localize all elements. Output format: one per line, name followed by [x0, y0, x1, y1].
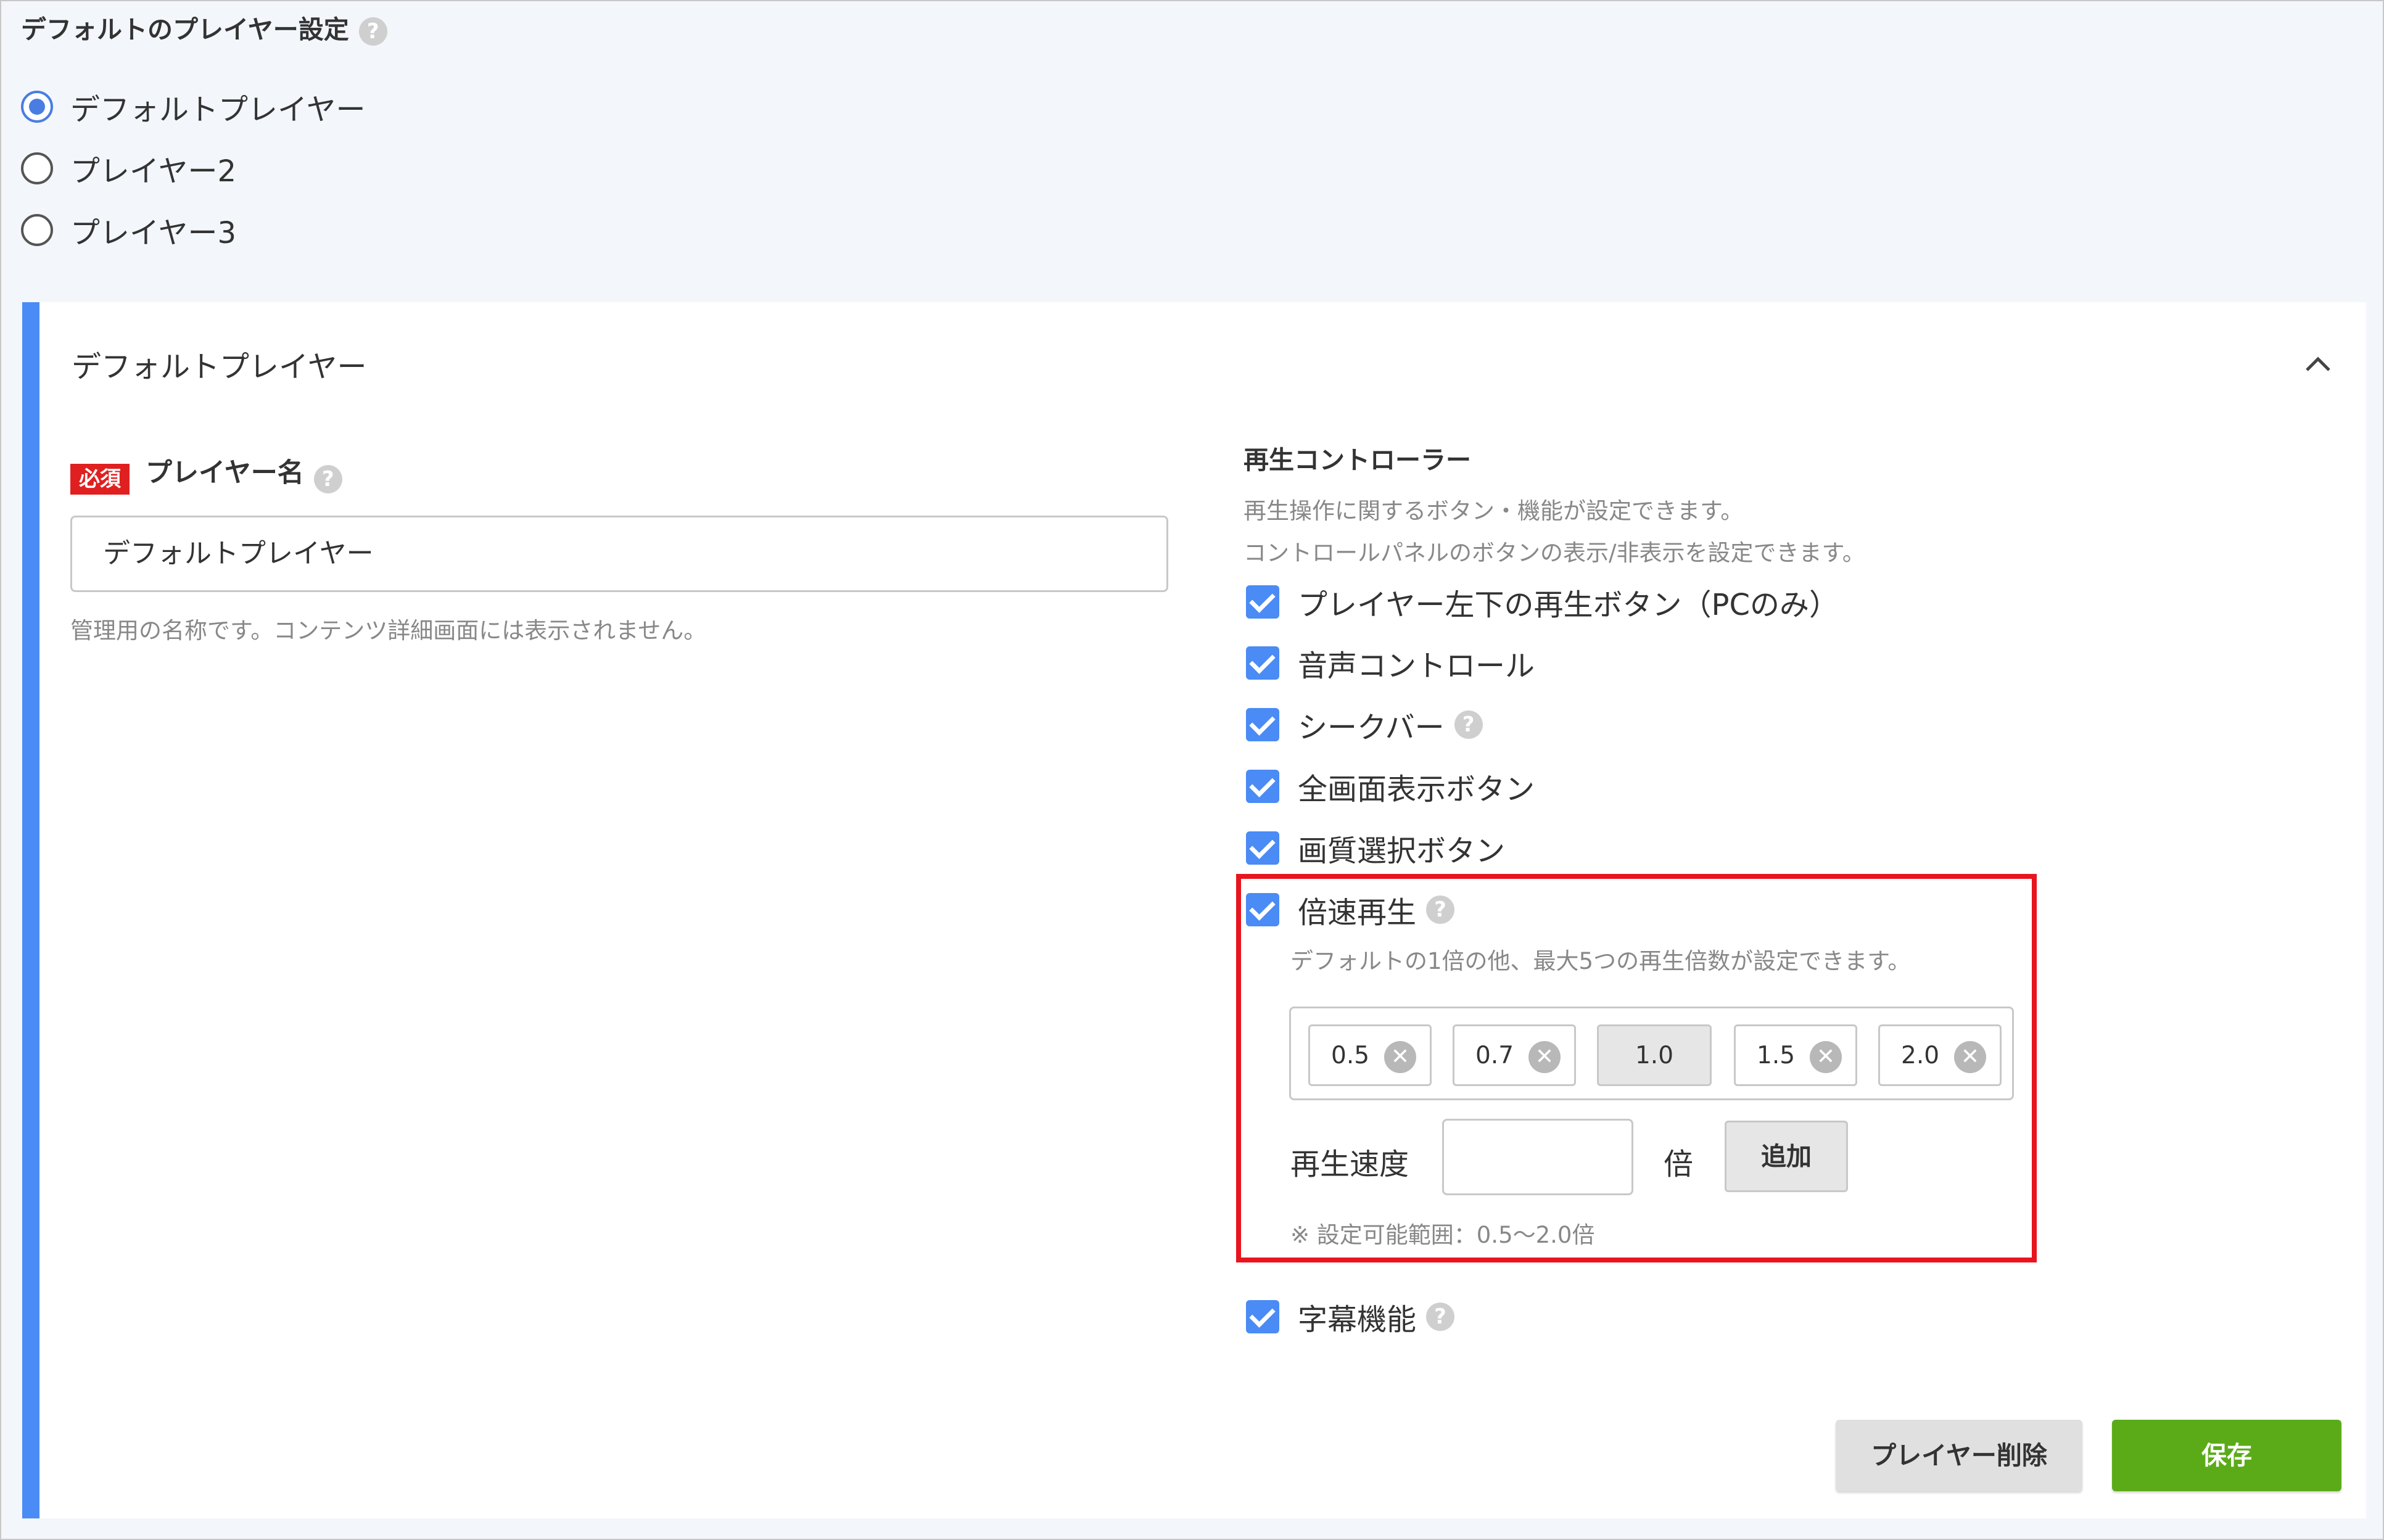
player-name-label: プレイヤー名: [146, 458, 304, 488]
speed-chip-default: 1.0: [1597, 1024, 1712, 1086]
speed-chip: 0.5 ✕: [1308, 1024, 1432, 1086]
required-badge: 必須: [70, 463, 130, 495]
radio-label: デフォルトプレイヤー: [70, 93, 366, 127]
help-icon[interactable]: ?: [313, 464, 342, 493]
remove-icon[interactable]: ✕: [1810, 1041, 1842, 1073]
checkbox-label: 倍速再生: [1298, 896, 1417, 930]
speed-chip: 1.5 ✕: [1734, 1024, 1857, 1086]
checkbox-label: シークバー: [1298, 710, 1445, 745]
checkbox-speed-playback[interactable]: 倍速再生 ?: [1246, 888, 1455, 931]
chevron-up-icon[interactable]: [2301, 352, 2335, 376]
radio-player-2[interactable]: プレイヤー2: [21, 147, 236, 190]
controller-desc-2: コントロールパネルのボタンの表示/非表示を設定できます。: [1244, 540, 1865, 566]
chip-value: 2.0: [1901, 1041, 1940, 1069]
section-title-text: デフォルトのプレイヤー設定: [21, 15, 349, 44]
help-icon[interactable]: ?: [1454, 710, 1483, 739]
speed-chip-list: 0.5 ✕ 0.7 ✕ 1.0 1.5 ✕ 2.0 ✕: [1289, 1007, 2014, 1100]
radio-unchecked-icon[interactable]: [21, 152, 53, 184]
speed-description: デフォルトの1倍の他、最大5つの再生倍数が設定できます。: [1290, 948, 1911, 974]
player-name-hint: 管理用の名称です。コンテンツ詳細画面には表示されません。: [70, 617, 707, 644]
checkbox-label: 字幕機能: [1298, 1303, 1417, 1337]
radio-label: プレイヤー3: [70, 216, 237, 250]
panel-title: デフォルトプレイヤー: [72, 350, 367, 384]
help-icon[interactable]: ?: [1426, 896, 1455, 924]
speed-unit-label: 倍: [1664, 1147, 1694, 1182]
speed-input[interactable]: [1442, 1119, 1633, 1195]
checkbox-audio-control[interactable]: 音声コントロール: [1246, 641, 1535, 685]
panel-accent-bar: [22, 302, 39, 1518]
checkbox-checked-icon[interactable]: [1246, 770, 1279, 803]
checkbox-label: 全画面表示ボタン: [1298, 772, 1535, 807]
checkbox-play-button[interactable]: プレイヤー左下の再生ボタン（PCのみ）: [1246, 580, 1839, 624]
checkbox-checked-icon[interactable]: [1246, 893, 1279, 926]
checkbox-label: 画質選択ボタン: [1298, 834, 1506, 868]
player-name-input[interactable]: デフォルトプレイヤー: [70, 516, 1168, 592]
checkbox-checked-icon[interactable]: [1246, 646, 1279, 680]
save-button[interactable]: 保存: [2112, 1420, 2341, 1491]
add-speed-button[interactable]: 追加: [1725, 1121, 1848, 1192]
help-icon[interactable]: ?: [358, 17, 387, 46]
radio-checked-icon[interactable]: [21, 91, 53, 123]
player-name-label-row: 必須 プレイヤー名?: [70, 451, 342, 495]
checkbox-seek-bar[interactable]: シークバー ?: [1246, 703, 1483, 746]
default-player-settings-title: デフォルトのプレイヤー設定?: [21, 12, 387, 47]
radio-player-3[interactable]: プレイヤー3: [21, 208, 236, 252]
chip-value: 0.5: [1331, 1041, 1370, 1069]
checkbox-quality-button[interactable]: 画質選択ボタン: [1246, 826, 1505, 870]
remove-icon[interactable]: ✕: [1954, 1041, 1986, 1073]
checkbox-fullscreen-button[interactable]: 全画面表示ボタン: [1246, 765, 1535, 808]
speed-chip: 0.7 ✕: [1453, 1024, 1576, 1086]
radio-default-player[interactable]: デフォルトプレイヤー: [21, 85, 366, 128]
radio-unchecked-icon[interactable]: [21, 214, 53, 246]
speed-range-note: ※ 設定可能範囲：0.5〜2.0倍: [1290, 1222, 1595, 1248]
controller-desc-1: 再生操作に関するボタン・機能が設定できます。: [1244, 498, 1744, 524]
checkbox-subtitles[interactable]: 字幕機能 ?: [1246, 1295, 1455, 1338]
speed-chip: 2.0 ✕: [1878, 1024, 2002, 1086]
checkbox-label: プレイヤー左下の再生ボタン（PCのみ）: [1298, 588, 1839, 622]
delete-player-button[interactable]: プレイヤー削除: [1836, 1420, 2082, 1491]
checkbox-label: 音声コントロール: [1298, 649, 1535, 683]
speed-input-label: 再生速度: [1290, 1147, 1409, 1182]
checkbox-checked-icon[interactable]: [1246, 585, 1279, 619]
radio-label: プレイヤー2: [70, 154, 237, 189]
remove-icon[interactable]: ✕: [1528, 1041, 1561, 1073]
chip-value: 1.0: [1635, 1041, 1674, 1069]
remove-icon[interactable]: ✕: [1384, 1041, 1416, 1073]
chip-value: 1.5: [1757, 1041, 1796, 1069]
checkbox-checked-icon[interactable]: [1246, 831, 1279, 865]
controller-title: 再生コントローラー: [1244, 445, 1471, 475]
help-icon[interactable]: ?: [1426, 1303, 1455, 1331]
checkbox-checked-icon[interactable]: [1246, 708, 1279, 741]
checkbox-checked-icon[interactable]: [1246, 1300, 1279, 1333]
chip-value: 0.7: [1475, 1041, 1514, 1069]
